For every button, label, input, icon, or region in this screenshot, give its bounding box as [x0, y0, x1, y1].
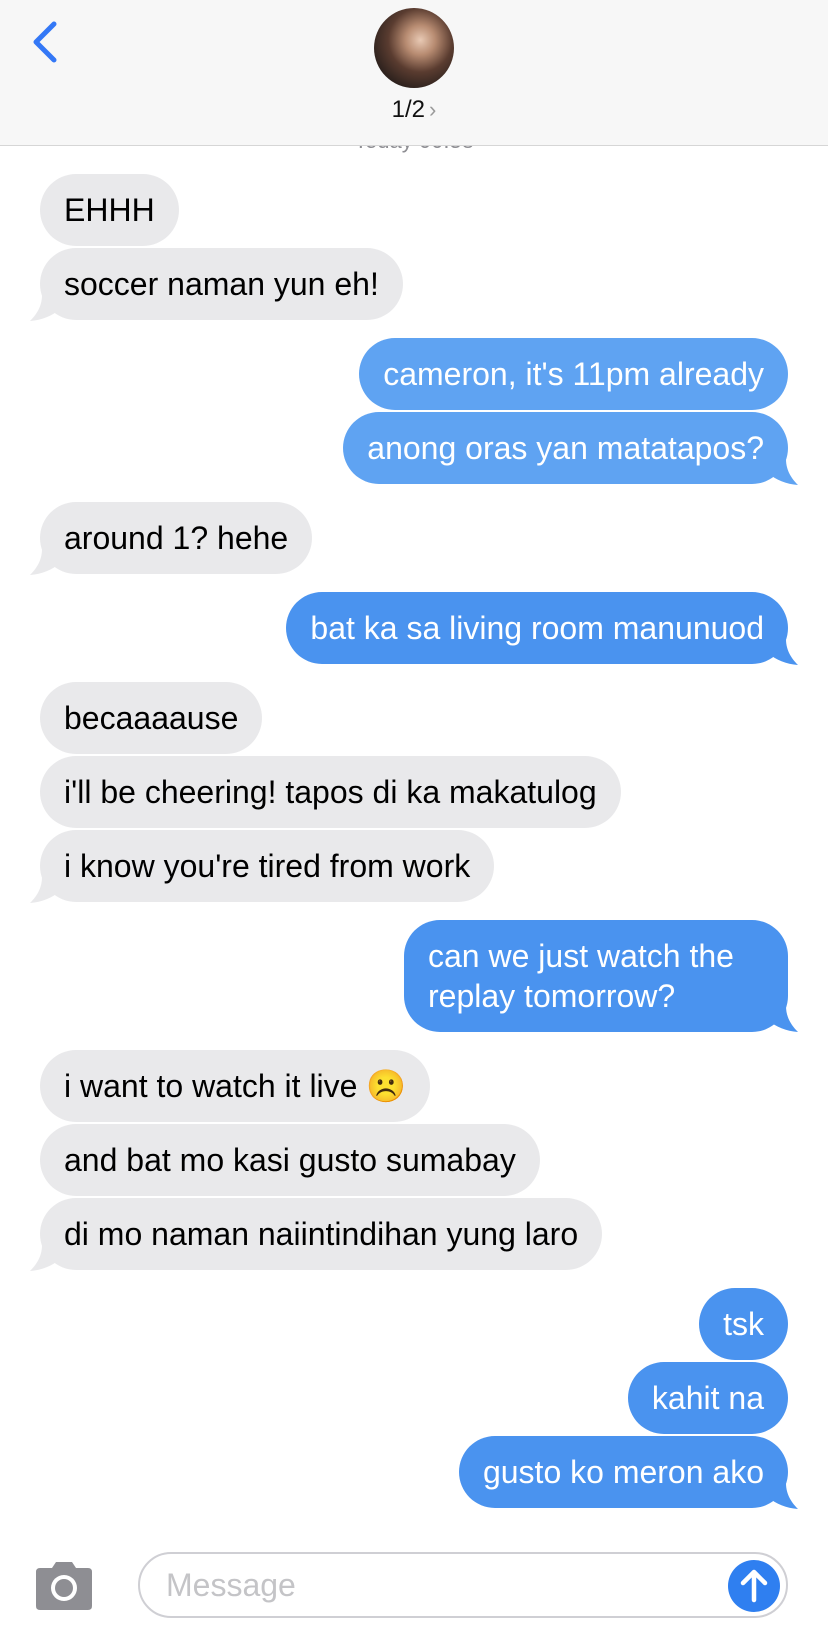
incoming-bubble-tail [30, 1245, 60, 1271]
chevron-right-icon: › [429, 97, 437, 122]
outgoing-message-bubble[interactable]: anong oras yan matatapos? [343, 412, 788, 484]
message-input[interactable] [138, 1552, 788, 1618]
incoming-message-bubble[interactable]: around 1? hehe [40, 502, 313, 574]
incoming-message-bubble[interactable]: di mo naman naiintindihan yung laro [40, 1198, 603, 1270]
camera-button[interactable] [32, 1560, 96, 1612]
outgoing-message-bubble[interactable]: kahit na [627, 1362, 788, 1434]
incoming-bubble-tail [30, 877, 60, 903]
message-composer [0, 1540, 828, 1628]
incoming-message-bubble[interactable]: i'll be cheering! tapos di ka makatulog [40, 756, 621, 828]
outgoing-message-bubble[interactable]: gusto ko meron ako [458, 1436, 788, 1508]
outgoing-message-bubble[interactable]: bat ka sa living room manunuod [286, 592, 788, 664]
incoming-message-bubble[interactable]: becaaaause [40, 682, 263, 754]
outgoing-bubble-tail [768, 1006, 798, 1032]
outgoing-bubble-tail [768, 459, 798, 485]
arrow-up-icon [740, 1569, 768, 1603]
incoming-message-bubble[interactable]: and bat mo kasi gusto sumabay [40, 1124, 540, 1196]
incoming-message-bubble[interactable]: i know you're tired from work [40, 830, 495, 902]
outgoing-bubble-tail [768, 639, 798, 665]
back-button[interactable] [28, 14, 68, 70]
conversation-header: 1/2 › [0, 0, 828, 146]
incoming-message-bubble[interactable]: i want to watch it live ☹️ [40, 1050, 431, 1122]
incoming-message-bubble[interactable]: EHHH [40, 174, 179, 246]
contact-avatar[interactable] [374, 8, 454, 88]
incoming-bubble-tail [30, 549, 60, 575]
outgoing-bubble-tail [768, 1483, 798, 1509]
camera-icon [36, 1562, 92, 1610]
send-button[interactable] [728, 1560, 780, 1612]
chevron-left-icon [33, 21, 57, 63]
outgoing-message-bubble[interactable]: cameron, it's 11pm already [359, 338, 788, 410]
incoming-bubble-tail [30, 295, 60, 321]
contact-details-link[interactable]: 1/2 › [0, 96, 828, 124]
outgoing-message-bubble[interactable]: can we just watch the replay tomorrow? [404, 920, 788, 1032]
message-thread[interactable]: Today 00:58 EHHH soccer naman yun eh! ca… [0, 0, 828, 1540]
contact-label: 1/2 [391, 96, 426, 123]
incoming-message-bubble[interactable]: soccer naman yun eh! [40, 248, 403, 320]
outgoing-message-bubble[interactable]: tsk [699, 1288, 788, 1360]
